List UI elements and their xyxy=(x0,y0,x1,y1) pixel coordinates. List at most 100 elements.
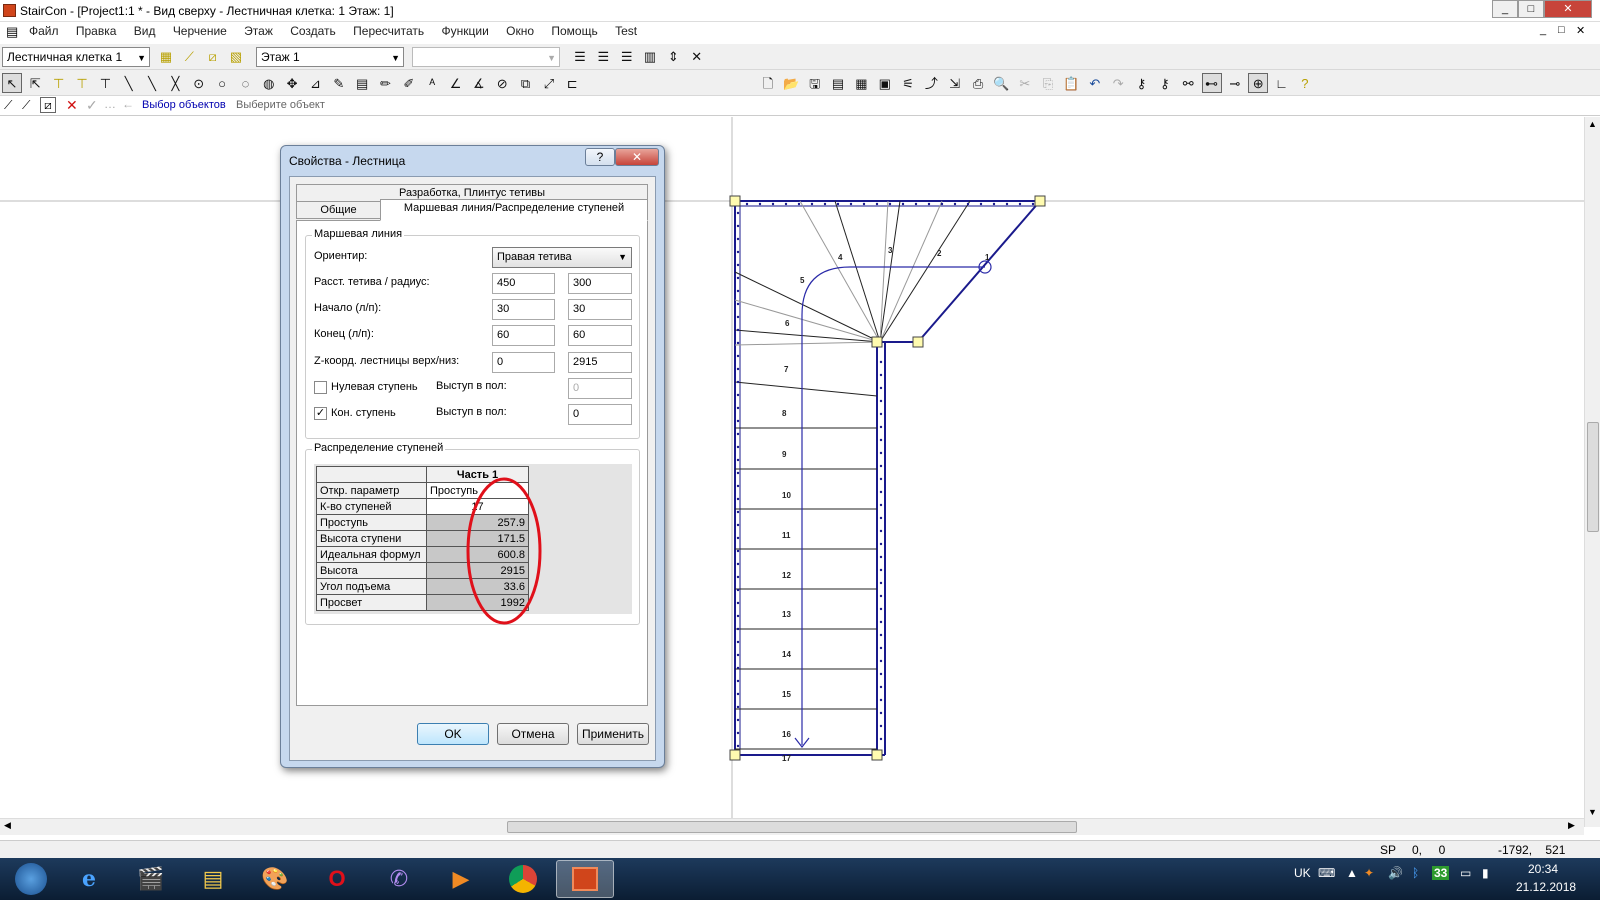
paste-icon[interactable]: 📋 xyxy=(1061,74,1081,94)
link-icon[interactable]: ⚯ xyxy=(1178,74,1198,94)
pencil-2-icon[interactable]: ✐ xyxy=(399,74,419,94)
horizontal-scroll-thumb[interactable] xyxy=(507,821,1077,833)
cancel-button[interactable]: Отмена xyxy=(497,723,569,745)
doc-restore-button[interactable]: □ xyxy=(1558,24,1565,36)
stringer-tool-icon[interactable]: ⟋ xyxy=(179,47,199,67)
sliders-icon[interactable]: ⚟ xyxy=(898,74,918,94)
move-icon[interactable]: ✥ xyxy=(282,74,302,94)
language-indicator[interactable]: UK xyxy=(1294,866,1311,880)
print-preview-icon[interactable]: 🔍 xyxy=(991,74,1011,94)
grid-icon[interactable]: ▥ xyxy=(640,47,660,67)
clock-time[interactable]: 20:34 xyxy=(1528,862,1558,876)
end-left-input[interactable]: 60 xyxy=(492,325,555,346)
redo-icon[interactable]: ↷ xyxy=(1108,74,1128,94)
dialog-close-button[interactable]: ✕ xyxy=(615,148,659,166)
zero-step-overhang-input[interactable]: 0 xyxy=(568,378,632,399)
ortho-icon[interactable]: ∟ xyxy=(1272,74,1292,94)
angle-icon[interactable]: ∠ xyxy=(446,74,466,94)
dots-icon[interactable]: … xyxy=(104,97,116,111)
start-button[interactable] xyxy=(4,860,58,898)
doc-close-button[interactable]: ✕ xyxy=(1576,24,1585,37)
copy-icon[interactable]: ⎘ xyxy=(1038,74,1058,94)
insert-icon[interactable]: ⊤ xyxy=(49,74,69,94)
back-arrow-icon[interactable]: ← xyxy=(122,97,134,111)
save-icon[interactable]: 🖫 xyxy=(805,74,825,94)
menu-edit[interactable]: Правка xyxy=(69,22,124,40)
snap-icon[interactable]: ⊷ xyxy=(1201,73,1222,93)
end-right-input[interactable]: 60 xyxy=(568,325,632,346)
snap-cross-icon[interactable]: ⊕ xyxy=(1248,73,1269,93)
step-up-icon[interactable]: ⤴ xyxy=(921,74,941,94)
align-center-icon[interactable]: ☰ xyxy=(593,47,613,67)
taskbar-chrome[interactable] xyxy=(496,860,550,898)
menu-draw[interactable]: Черчение xyxy=(166,22,234,40)
line-icon[interactable]: ╲ xyxy=(119,74,139,94)
scroll-right-icon[interactable]: ▶ xyxy=(1568,820,1575,831)
move-vertical-icon[interactable]: ⇕ xyxy=(663,47,683,67)
line-2-icon[interactable]: ╲ xyxy=(142,74,162,94)
circle-center-icon[interactable]: ⊙ xyxy=(189,74,209,94)
dialog-help-button[interactable]: ? xyxy=(585,148,615,166)
taskbar-staircon[interactable] xyxy=(556,860,614,898)
cross-icon[interactable]: ✕ xyxy=(687,47,707,67)
taskbar-viber[interactable]: ✆ xyxy=(372,860,426,898)
confirm-icon[interactable]: ✓ xyxy=(86,97,98,114)
key-2-icon[interactable]: ⚷ xyxy=(1155,74,1175,94)
cut-icon[interactable]: ✂ xyxy=(1015,74,1035,94)
floor-select[interactable]: Этаж 1 ▼ xyxy=(256,47,404,67)
select-multiple-icon[interactable]: ⇱ xyxy=(25,74,45,94)
new-file-icon[interactable]: 🗋 xyxy=(758,74,778,94)
scroll-left-icon[interactable]: ◀ xyxy=(4,820,11,831)
menu-recalc[interactable]: Пересчитать xyxy=(346,22,431,40)
cancel-icon[interactable]: ✕ xyxy=(66,97,78,114)
edit-icon[interactable]: ✎ xyxy=(329,74,349,94)
keyboard-icon[interactable]: ⌨ xyxy=(1318,866,1335,880)
taskbar-ie[interactable]: e xyxy=(62,860,116,898)
tray-badge[interactable]: 33 xyxy=(1432,866,1450,880)
dimension-icon[interactable]: ⊿ xyxy=(305,74,325,94)
tray-app-icon[interactable]: ✦ xyxy=(1364,866,1374,880)
circle-3-icon[interactable]: ◍ xyxy=(259,74,279,94)
clock-date[interactable]: 21.12.2018 xyxy=(1516,880,1576,894)
menu-floor[interactable]: Этаж xyxy=(237,22,280,40)
cross-line-icon[interactable]: ╳ xyxy=(165,74,185,94)
line-tool-2-icon[interactable]: ⟋ xyxy=(22,98,30,113)
minimize-button[interactable]: _ xyxy=(1492,0,1518,18)
menu-create[interactable]: Создать xyxy=(283,22,343,40)
scroll-down-icon[interactable]: ▼ xyxy=(1588,807,1597,817)
stairwell-select[interactable]: Лестничная клетка 1 ▼ xyxy=(2,47,150,67)
scroll-up-icon[interactable]: ▲ xyxy=(1588,119,1597,129)
zero-step-checkbox[interactable] xyxy=(314,381,327,394)
tab-general[interactable]: Общие xyxy=(296,201,381,219)
start-left-input[interactable]: 30 xyxy=(492,299,555,320)
taskbar-video[interactable]: ▶ xyxy=(434,860,488,898)
ok-button[interactable]: OK xyxy=(417,723,489,745)
apply-button[interactable]: Применить xyxy=(577,723,649,745)
menu-help[interactable]: Помощь xyxy=(544,22,604,40)
end-step-overhang-input[interactable]: 0 xyxy=(568,404,632,425)
align-right-icon[interactable]: ☰ xyxy=(617,47,637,67)
slab-tool-icon[interactable]: ▧ xyxy=(226,47,246,67)
open-folder-icon[interactable]: 📂 xyxy=(781,74,801,94)
end-step-checkbox[interactable]: ✓ xyxy=(314,407,327,420)
snap-2-icon[interactable]: ⊸ xyxy=(1225,74,1245,94)
stair-tool-icon[interactable]: ▦ xyxy=(156,47,176,67)
text-icon[interactable]: ᴬ xyxy=(422,74,442,94)
close-button[interactable]: ✕ xyxy=(1544,0,1592,18)
menu-test[interactable]: Test xyxy=(608,22,644,40)
menu-window[interactable]: Окно xyxy=(499,22,541,40)
hatch-icon[interactable]: ▤ xyxy=(352,74,372,94)
ruler-tool-icon[interactable]: ⧄ xyxy=(203,47,223,67)
calculator-icon[interactable]: ▣ xyxy=(875,74,895,94)
taskbar-paint[interactable]: 🎨 xyxy=(248,860,302,898)
print-icon[interactable]: ⎙ xyxy=(968,74,988,94)
z-top-input[interactable]: 0 xyxy=(492,352,555,373)
display-icon[interactable]: ▭ xyxy=(1460,866,1471,880)
mirror-icon[interactable]: ⧉ xyxy=(516,74,536,94)
key-icon[interactable]: ⚷ xyxy=(1132,74,1152,94)
drawing-canvas[interactable]: 1 2 3 4 5 6 7 8 9 10 11 12 13 14 15 16 17 xyxy=(0,117,1584,827)
steps-icon[interactable]: ⊏ xyxy=(562,74,582,94)
tab-walkline-distribution[interactable]: Маршевая линия/Распределение ступеней xyxy=(380,199,648,221)
maximize-button[interactable]: □ xyxy=(1518,0,1544,18)
z-bottom-input[interactable]: 2915 xyxy=(568,352,632,373)
